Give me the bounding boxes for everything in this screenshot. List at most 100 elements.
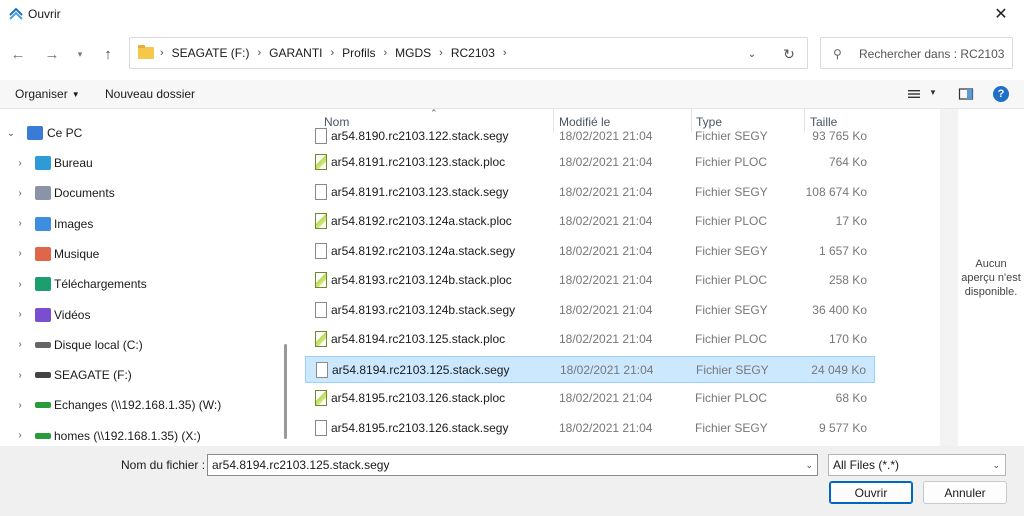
file-list: Nom ⌃ Modifié le Type Taille ar54.8190.r… <box>290 109 940 446</box>
new-folder-label: Nouveau dossier <box>105 87 196 101</box>
sidebar-item-label: Documents <box>54 186 115 201</box>
chevron-right-icon: › <box>502 47 507 59</box>
address-dropdown-button[interactable]: ⌄ <box>744 46 760 62</box>
open-button[interactable]: Ouvrir <box>829 481 913 504</box>
file-row[interactable]: ar54.8193.rc2103.124b.stack.ploc 18/02/20… <box>305 267 875 294</box>
file-type: Fichier SEGY <box>695 243 768 258</box>
sidebar-item[interactable]: › Disque local (C:) <box>0 331 280 359</box>
file-row[interactable]: ar54.8191.rc2103.123.stack.ploc 18/02/202… <box>305 149 875 176</box>
breadcrumb-item[interactable]: RC2103 <box>451 46 495 60</box>
sidebar-item[interactable]: › SEAGATE (F:) <box>0 361 280 389</box>
arrow-up-icon: ↑ <box>104 45 112 63</box>
file-type: Fichier SEGY <box>695 129 768 143</box>
sidebar-item[interactable]: › homes (\\192.168.1.35) (X:) <box>0 422 280 446</box>
caret-down-icon: ▼ <box>71 90 80 100</box>
chevron-right-icon[interactable]: › <box>15 400 25 411</box>
file-date: 18/02/2021 21:04 <box>560 362 654 377</box>
search-input[interactable]: ⚲ Rechercher dans : RC2103 <box>820 37 1013 69</box>
chevron-right-icon[interactable]: › <box>15 279 25 290</box>
help-icon[interactable]: ? <box>993 86 1009 102</box>
chevron-down-icon[interactable]: ⌄ <box>6 128 16 139</box>
new-folder-button[interactable]: Nouveau dossier <box>105 87 195 101</box>
file-row[interactable]: ar54.8195.rc2103.126.stack.segy 18/02/202… <box>305 415 875 442</box>
file-type-filter[interactable]: All Files (*.*) ⌄ <box>828 454 1006 476</box>
view-options-icon[interactable] <box>907 86 923 102</box>
drive-icon <box>35 341 51 348</box>
chevron-right-icon[interactable]: › <box>15 370 25 381</box>
chevron-down-icon[interactable]: ⌄ <box>805 460 813 471</box>
breadcrumb: › SEAGATE (F:) › GARANTI › Profils › MGD… <box>160 46 515 60</box>
file-row[interactable]: ar54.8194.rc2103.125.stack.segy 18/02/202… <box>305 355 875 383</box>
file-icon <box>315 242 327 259</box>
filename-field[interactable]: ar54.8194.rc2103.125.stack.segy ⌄ <box>207 454 818 476</box>
close-button[interactable]: ✕ <box>978 0 1024 28</box>
preview-pane-icon[interactable] <box>958 86 974 102</box>
sort-ascending-icon: ⌃ <box>430 109 438 118</box>
file-name: ar54.8191.rc2103.123.stack.ploc <box>331 155 506 169</box>
sidebar-item[interactable]: › Echanges (\\192.168.1.35) (W:) <box>0 391 280 419</box>
chevron-right-icon[interactable]: › <box>15 309 25 320</box>
file-icon <box>315 128 327 144</box>
file-date: 18/02/2021 21:04 <box>559 184 653 199</box>
breadcrumb-item[interactable]: SEAGATE (F:) <box>172 46 250 60</box>
up-button[interactable]: ↑ <box>98 44 118 64</box>
breadcrumb-item[interactable]: GARANTI <box>269 46 322 60</box>
breadcrumb-item[interactable]: MGDS <box>395 46 431 60</box>
chevron-right-icon[interactable]: › <box>15 430 25 441</box>
file-row[interactable]: ar54.8193.rc2103.124b.stack.segy 18/02/20… <box>305 297 875 324</box>
file-type: Fichier PLOC <box>695 332 768 346</box>
recent-locations-button[interactable]: ▾ <box>70 44 90 64</box>
back-button[interactable]: ← <box>8 44 28 64</box>
sidebar-item[interactable]: › Téléchargements <box>0 270 280 298</box>
file-size: 24 049 Ko <box>811 362 866 377</box>
file-type: Fichier SEGY <box>696 362 769 377</box>
chevron-right-icon: › <box>257 47 262 59</box>
sidebar-item[interactable]: › Documents <box>0 179 280 207</box>
file-size: 17 Ko <box>835 214 867 228</box>
window-title: Ouvrir <box>28 7 61 21</box>
sidebar-item[interactable]: ⌄ Ce PC <box>0 119 280 147</box>
sidebar-item[interactable]: › Musique <box>0 240 280 268</box>
arrow-right-icon: → <box>44 45 60 63</box>
file-size: 9 577 Ko <box>818 420 867 435</box>
filename-label: Nom du fichier : <box>121 458 206 472</box>
file-row[interactable]: ar54.8194.rc2103.125.stack.ploc 18/02/202… <box>305 326 875 353</box>
file-size: 1 657 Ko <box>818 243 867 258</box>
sidebar-item[interactable]: › Images <box>0 210 280 238</box>
file-row[interactable]: ar54.8190.rc2103.122.stack.segy 18/02/202… <box>305 123 875 150</box>
chevron-right-icon[interactable]: › <box>15 188 25 199</box>
cancel-button[interactable]: Annuler <box>923 481 1007 504</box>
organize-button[interactable]: Organiser ▼ <box>15 87 80 101</box>
address-bar[interactable]: › SEAGATE (F:) › GARANTI › Profils › MGD… <box>129 37 808 69</box>
view-dropdown-caret-icon[interactable]: ▼ <box>929 88 937 97</box>
sidebar-item-label: Téléchargements <box>54 277 147 292</box>
chevron-right-icon[interactable]: › <box>15 248 25 259</box>
file-name: ar54.8195.rc2103.126.stack.segy <box>331 420 509 435</box>
chevron-right-icon[interactable]: › <box>15 339 25 350</box>
file-row[interactable]: ar54.8192.rc2103.124a.stack.segy 18/02/20… <box>305 238 875 265</box>
breadcrumb-item[interactable]: Profils <box>342 46 375 60</box>
file-row[interactable]: ar54.8192.rc2103.124a.stack.ploc 18/02/20… <box>305 208 875 235</box>
forward-button[interactable]: → <box>42 44 62 64</box>
refresh-button[interactable]: ↻ <box>780 45 798 63</box>
file-date: 18/02/2021 21:04 <box>559 302 653 317</box>
preview-pane: Aucun aperçu n'est disponible. <box>958 109 1024 446</box>
file-name: ar54.8192.rc2103.124a.stack.segy <box>331 243 516 258</box>
file-row[interactable]: ar54.8195.rc2103.126.stack.ploc 18/02/202… <box>305 385 875 412</box>
sidebar-scrollbar[interactable] <box>284 344 287 439</box>
close-icon: ✕ <box>994 6 1008 23</box>
file-date: 18/02/2021 21:04 <box>559 391 653 405</box>
file-name: ar54.8191.rc2103.123.stack.segy <box>331 184 509 199</box>
chevron-down-icon: ⌄ <box>992 460 1000 470</box>
sidebar-item[interactable]: › Vidéos <box>0 301 280 329</box>
refresh-icon: ↻ <box>783 45 795 62</box>
file-date: 18/02/2021 21:04 <box>559 155 653 169</box>
download-icon <box>35 277 51 292</box>
file-row[interactable]: ar54.8191.rc2103.123.stack.segy 18/02/202… <box>305 179 875 206</box>
file-icon <box>315 419 327 436</box>
file-date: 18/02/2021 21:04 <box>559 273 653 287</box>
chevron-right-icon[interactable]: › <box>15 158 25 169</box>
command-bar: Organiser ▼ Nouveau dossier ▼ <box>0 80 1024 109</box>
sidebar-item[interactable]: › Bureau <box>0 149 280 177</box>
chevron-right-icon[interactable]: › <box>15 218 25 229</box>
